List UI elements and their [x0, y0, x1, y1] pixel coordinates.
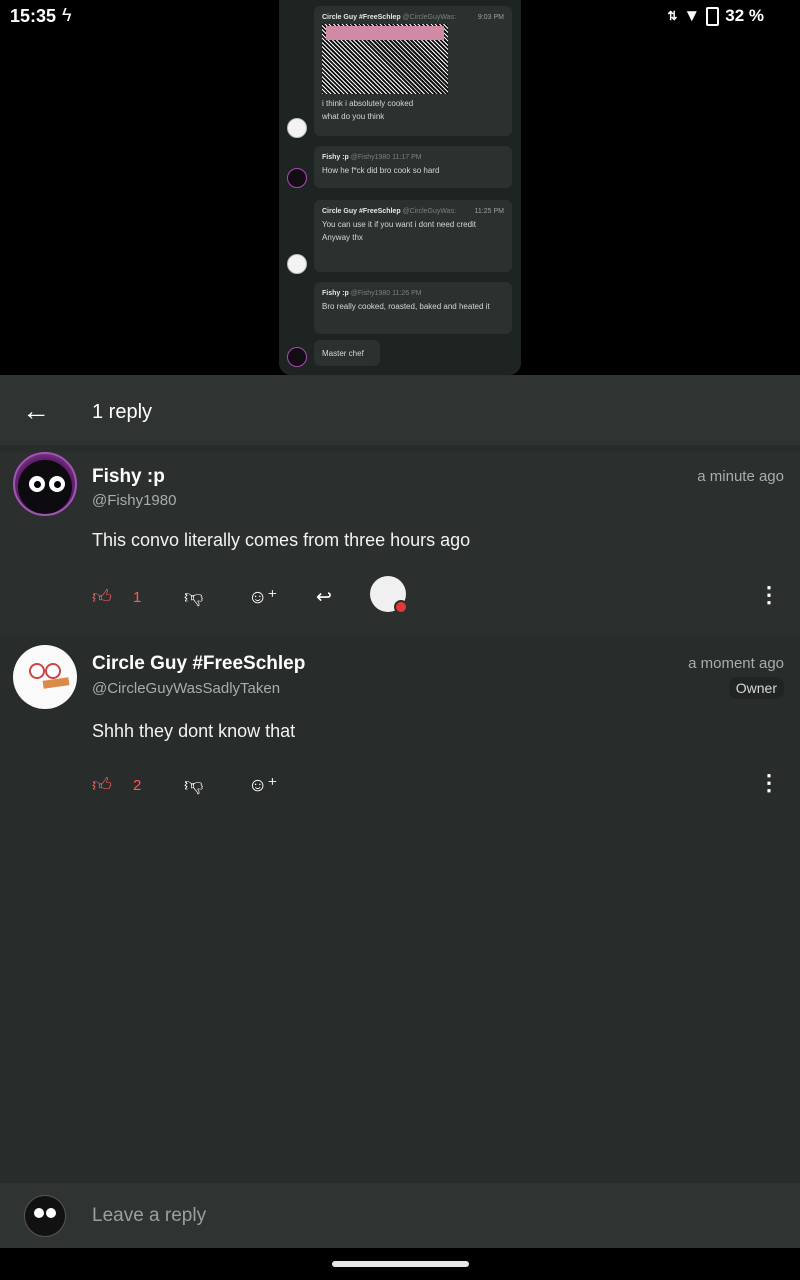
- media-text: How he f*ck did bro cook so hard: [322, 166, 440, 175]
- thumb-up-icon[interactable]: 👍︎: [92, 584, 112, 612]
- status-right: ⇅ ▼ 32 %: [667, 6, 764, 26]
- owner-badge: Owner: [728, 677, 784, 699]
- wifi-icon: ▼: [683, 6, 701, 25]
- image-caption-bar: [326, 26, 444, 40]
- media-text: You can use it if you want i dont need c…: [322, 220, 477, 229]
- media-message: Circle Guy #FreeSchlep @CircleGuyWas: 9:0…: [314, 6, 512, 136]
- media-message: Fishy :p @Fishy1980 11:17 PM How he f*ck…: [314, 146, 512, 188]
- comment-actions: 👍︎ 1 👎︎ ☺⁺ ↩ ⋮: [0, 576, 800, 616]
- data-arrows-icon: ⇅: [667, 9, 678, 23]
- charging-icon: ϟ: [62, 5, 72, 25]
- media-message: Master chef: [314, 340, 380, 366]
- avatar[interactable]: [370, 576, 408, 614]
- media-handle: @Fishy1980: [350, 290, 391, 297]
- comment-body: This convo literally comes from three ho…: [92, 530, 471, 550]
- avatar[interactable]: [13, 452, 77, 516]
- avatar-eyes: [29, 476, 65, 496]
- more-vert-icon[interactable]: ⋮: [758, 770, 780, 796]
- shared-screenshot[interactable]: Circle Guy #FreeSchlep @CircleGuyWas: 9:0…: [279, 0, 521, 375]
- reply-composer[interactable]: Leave a reply: [0, 1183, 800, 1248]
- comment-handle: @Fishy1980: [92, 492, 177, 509]
- like-count: 2: [133, 777, 142, 794]
- avatar: [24, 1195, 66, 1237]
- arrow-left-icon[interactable]: ←: [22, 397, 50, 425]
- media-author: Fishy :p: [322, 290, 349, 297]
- media-text: Anyway thx: [322, 233, 363, 242]
- avatar[interactable]: [13, 645, 77, 709]
- comment-author[interactable]: Fishy :p: [92, 466, 165, 488]
- reply-icon[interactable]: ↩: [316, 584, 332, 612]
- media-time: 9:03 PM: [477, 14, 504, 21]
- thread-header: ← 1 reply: [0, 375, 800, 445]
- clip-face: [27, 659, 70, 699]
- reply-input[interactable]: Leave a reply: [92, 1205, 206, 1227]
- media-author: Circle Guy #FreeSchlep: [322, 208, 401, 215]
- comment-actions: 👍︎ 2 👎︎ ☺⁺ ⋮: [0, 768, 800, 804]
- media-text: i think i absolutely cooked: [322, 99, 414, 108]
- comment-author[interactable]: Circle Guy #FreeSchlep: [92, 653, 305, 675]
- add-reaction-icon[interactable]: ☺⁺: [248, 584, 277, 612]
- thumb-up-icon[interactable]: 👍︎: [92, 772, 112, 800]
- media-text: what do you think: [322, 112, 385, 121]
- page-title: 1 reply: [92, 401, 153, 423]
- media-author: Fishy :p: [322, 154, 349, 161]
- media-time: 11:25 PM: [474, 208, 504, 215]
- media-text: Bro really cooked, roasted, baked and he…: [322, 302, 490, 311]
- media-image: [322, 24, 448, 94]
- add-reaction-icon[interactable]: ☺⁺: [248, 772, 277, 800]
- media-handle: @CircleGuyWas:: [402, 208, 457, 215]
- home-gesture-handle[interactable]: [332, 1261, 469, 1267]
- comment: Circle Guy #FreeSchlep @CircleGuyWasSadl…: [0, 637, 800, 817]
- avatar: [287, 168, 307, 188]
- like-count: 1: [133, 589, 142, 606]
- comment-body: Shhh they dont know that: [92, 721, 296, 741]
- avatar: [287, 347, 307, 367]
- media-text: Master chef: [322, 349, 364, 358]
- comment-time: a minute ago: [697, 468, 784, 485]
- media-time: 11:17 PM: [392, 154, 422, 161]
- nav-bar: [0, 1248, 800, 1280]
- thumb-down-icon[interactable]: 👎︎: [184, 584, 203, 612]
- status-time: 15:35: [10, 6, 57, 26]
- comment-time: a moment ago: [688, 655, 784, 672]
- media-message: Circle Guy #FreeSchlep @CircleGuyWas: 11:…: [314, 200, 512, 272]
- media-handle: @Fishy1980: [350, 154, 391, 161]
- reply-thread: ← 1 reply Fishy :p @Fishy1980 a minute a…: [0, 375, 800, 1183]
- thumb-down-icon[interactable]: 👎︎: [184, 772, 203, 800]
- status-badge: [394, 600, 408, 614]
- more-vert-icon[interactable]: ⋮: [758, 582, 780, 608]
- battery-percent: 32 %: [725, 6, 764, 25]
- avatar: [287, 118, 307, 138]
- media-handle: @CircleGuyWas:: [402, 14, 457, 21]
- media-message: Fishy :p @Fishy1980 11:26 PM Bro really …: [314, 282, 512, 334]
- battery-icon: [706, 6, 720, 26]
- comment-handle: @CircleGuyWasSadlyTaken: [92, 680, 281, 697]
- comment: Fishy :p @Fishy1980 a minute ago This co…: [0, 452, 800, 635]
- media-author: Circle Guy #FreeSchlep: [322, 14, 401, 21]
- avatar: [287, 254, 307, 274]
- media-time: 11:26 PM: [392, 290, 422, 297]
